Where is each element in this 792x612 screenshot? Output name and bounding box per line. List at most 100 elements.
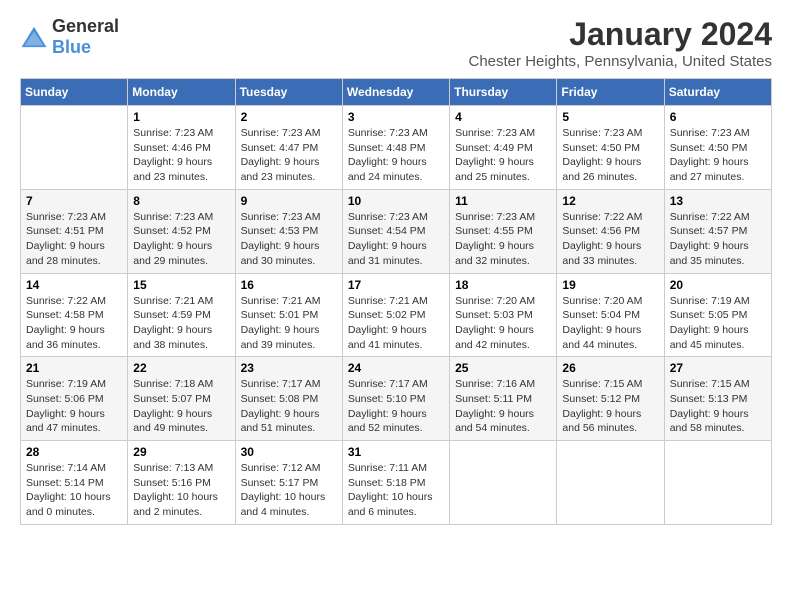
calendar-cell: 17Sunrise: 7:21 AM Sunset: 5:02 PM Dayli…: [342, 273, 449, 357]
day-number: 2: [241, 110, 337, 124]
weekday-header-wednesday: Wednesday: [342, 79, 449, 106]
calendar-cell: 14 Sunrise: 7:22 AM Sunset: 4:58 PM Dayli…: [21, 273, 128, 357]
cell-info: Sunrise: 7:21 AM Sunset: 5:02 PM Dayligh…: [348, 294, 444, 353]
cell-info: Sunrise: 7:20 AM Sunset: 5:03 PM Dayligh…: [455, 294, 551, 353]
weekday-header-friday: Friday: [557, 79, 664, 106]
cell-info: Sunrise: 7:23 AM Sunset: 4:52 PM Dayligh…: [133, 210, 229, 269]
calendar-week-row: 1 Sunrise: 7:23 AM Sunset: 4:46 PM Daylig…: [21, 106, 772, 190]
cell-info: Sunrise: 7:22 AM Sunset: 4:57 PM Dayligh…: [670, 210, 766, 269]
cell-info: Sunrise: 7:23 AM Sunset: 4:54 PM Dayligh…: [348, 210, 444, 269]
cell-info: Sunrise: 7:17 AM Sunset: 5:10 PM Dayligh…: [348, 377, 444, 436]
calendar-cell: 13 Sunrise: 7:22 AM Sunset: 4:57 PM Dayli…: [664, 189, 771, 273]
day-number: 23: [241, 361, 337, 375]
cell-info: Sunrise: 7:17 AM Sunset: 5:08 PM Dayligh…: [241, 377, 337, 436]
calendar-cell: 21 Sunrise: 7:19 AM Sunset: 5:06 PM Dayli…: [21, 357, 128, 441]
day-number: 21: [26, 361, 122, 375]
day-number: 3: [348, 110, 444, 124]
cell-info: Sunrise: 7:15 AM Sunset: 5:12 PM Dayligh…: [562, 377, 658, 436]
calendar-cell: 31Sunrise: 7:11 AM Sunset: 5:18 PM Dayli…: [342, 441, 449, 525]
calendar-cell: 20 Sunrise: 7:19 AM Sunset: 5:05 PM Dayli…: [664, 273, 771, 357]
logo-general: General: [52, 16, 119, 36]
cell-info: Sunrise: 7:23 AM Sunset: 4:51 PM Dayligh…: [26, 210, 122, 269]
day-number: 22: [133, 361, 229, 375]
calendar-table: SundayMondayTuesdayWednesdayThursdayFrid…: [20, 78, 772, 525]
cell-info: Sunrise: 7:23 AM Sunset: 4:48 PM Dayligh…: [348, 126, 444, 185]
calendar-week-row: 28 Sunrise: 7:14 AM Sunset: 5:14 PM Dayli…: [21, 441, 772, 525]
calendar-cell: [557, 441, 664, 525]
calendar-cell: 9 Sunrise: 7:23 AM Sunset: 4:53 PM Daylig…: [235, 189, 342, 273]
cell-info: Sunrise: 7:12 AM Sunset: 5:17 PM Dayligh…: [241, 461, 337, 520]
day-number: 7: [26, 194, 122, 208]
calendar-cell: 11Sunrise: 7:23 AM Sunset: 4:55 PM Dayli…: [450, 189, 557, 273]
cell-info: Sunrise: 7:14 AM Sunset: 5:14 PM Dayligh…: [26, 461, 122, 520]
calendar-cell: 7 Sunrise: 7:23 AM Sunset: 4:51 PM Daylig…: [21, 189, 128, 273]
calendar-cell: [21, 106, 128, 190]
weekday-header-thursday: Thursday: [450, 79, 557, 106]
calendar-cell: 6 Sunrise: 7:23 AM Sunset: 4:50 PM Daylig…: [664, 106, 771, 190]
calendar-cell: 27 Sunrise: 7:15 AM Sunset: 5:13 PM Dayli…: [664, 357, 771, 441]
cell-info: Sunrise: 7:23 AM Sunset: 4:46 PM Dayligh…: [133, 126, 229, 185]
calendar-cell: 5 Sunrise: 7:23 AM Sunset: 4:50 PM Daylig…: [557, 106, 664, 190]
cell-info: Sunrise: 7:18 AM Sunset: 5:07 PM Dayligh…: [133, 377, 229, 436]
cell-info: Sunrise: 7:23 AM Sunset: 4:53 PM Dayligh…: [241, 210, 337, 269]
cell-info: Sunrise: 7:19 AM Sunset: 5:05 PM Dayligh…: [670, 294, 766, 353]
calendar-week-row: 7 Sunrise: 7:23 AM Sunset: 4:51 PM Daylig…: [21, 189, 772, 273]
calendar-cell: 1 Sunrise: 7:23 AM Sunset: 4:46 PM Daylig…: [128, 106, 235, 190]
page-header: General Blue January 2024 Chester Height…: [20, 16, 772, 70]
cell-info: Sunrise: 7:22 AM Sunset: 4:58 PM Dayligh…: [26, 294, 122, 353]
calendar-week-row: 14 Sunrise: 7:22 AM Sunset: 4:58 PM Dayli…: [21, 273, 772, 357]
day-number: 14: [26, 278, 122, 292]
day-number: 19: [562, 278, 658, 292]
cell-info: Sunrise: 7:13 AM Sunset: 5:16 PM Dayligh…: [133, 461, 229, 520]
cell-info: Sunrise: 7:23 AM Sunset: 4:50 PM Dayligh…: [670, 126, 766, 185]
cell-info: Sunrise: 7:23 AM Sunset: 4:47 PM Dayligh…: [241, 126, 337, 185]
day-number: 15: [133, 278, 229, 292]
calendar-cell: 10 Sunrise: 7:23 AM Sunset: 4:54 PM Dayli…: [342, 189, 449, 273]
calendar-cell: 19Sunrise: 7:20 AM Sunset: 5:04 PM Dayli…: [557, 273, 664, 357]
day-number: 6: [670, 110, 766, 124]
day-number: 24: [348, 361, 444, 375]
calendar-week-row: 21 Sunrise: 7:19 AM Sunset: 5:06 PM Dayli…: [21, 357, 772, 441]
cell-info: Sunrise: 7:15 AM Sunset: 5:13 PM Dayligh…: [670, 377, 766, 436]
day-number: 12: [562, 194, 658, 208]
month-title: January 2024: [469, 16, 773, 53]
day-number: 8: [133, 194, 229, 208]
logo: General Blue: [20, 16, 119, 58]
day-number: 20: [670, 278, 766, 292]
calendar-cell: 29Sunrise: 7:13 AM Sunset: 5:16 PM Dayli…: [128, 441, 235, 525]
day-number: 30: [241, 445, 337, 459]
cell-info: Sunrise: 7:23 AM Sunset: 4:49 PM Dayligh…: [455, 126, 551, 185]
calendar-cell: 23 Sunrise: 7:17 AM Sunset: 5:08 PM Dayli…: [235, 357, 342, 441]
calendar-cell: 22 Sunrise: 7:18 AM Sunset: 5:07 PM Dayli…: [128, 357, 235, 441]
weekday-header-monday: Monday: [128, 79, 235, 106]
calendar-cell: 25Sunrise: 7:16 AM Sunset: 5:11 PM Dayli…: [450, 357, 557, 441]
calendar-cell: [664, 441, 771, 525]
cell-info: Sunrise: 7:23 AM Sunset: 4:55 PM Dayligh…: [455, 210, 551, 269]
day-number: 5: [562, 110, 658, 124]
day-number: 26: [562, 361, 658, 375]
day-number: 27: [670, 361, 766, 375]
day-number: 18: [455, 278, 551, 292]
logo-icon: [20, 25, 48, 49]
cell-info: Sunrise: 7:19 AM Sunset: 5:06 PM Dayligh…: [26, 377, 122, 436]
logo-blue: Blue: [52, 37, 91, 57]
calendar-cell: 4 Sunrise: 7:23 AM Sunset: 4:49 PM Daylig…: [450, 106, 557, 190]
weekday-header-row: SundayMondayTuesdayWednesdayThursdayFrid…: [21, 79, 772, 106]
weekday-header-sunday: Sunday: [21, 79, 128, 106]
day-number: 9: [241, 194, 337, 208]
day-number: 4: [455, 110, 551, 124]
calendar-cell: 24 Sunrise: 7:17 AM Sunset: 5:10 PM Dayli…: [342, 357, 449, 441]
day-number: 28: [26, 445, 122, 459]
day-number: 10: [348, 194, 444, 208]
cell-info: Sunrise: 7:23 AM Sunset: 4:50 PM Dayligh…: [562, 126, 658, 185]
weekday-header-tuesday: Tuesday: [235, 79, 342, 106]
calendar-cell: 30 Sunrise: 7:12 AM Sunset: 5:17 PM Dayli…: [235, 441, 342, 525]
calendar-cell: 18 Sunrise: 7:20 AM Sunset: 5:03 PM Dayli…: [450, 273, 557, 357]
day-number: 13: [670, 194, 766, 208]
calendar-cell: 16Sunrise: 7:21 AM Sunset: 5:01 PM Dayli…: [235, 273, 342, 357]
calendar-cell: 12Sunrise: 7:22 AM Sunset: 4:56 PM Dayli…: [557, 189, 664, 273]
title-area: January 2024 Chester Heights, Pennsylvan…: [469, 16, 773, 70]
day-number: 1: [133, 110, 229, 124]
cell-info: Sunrise: 7:16 AM Sunset: 5:11 PM Dayligh…: [455, 377, 551, 436]
weekday-header-saturday: Saturday: [664, 79, 771, 106]
